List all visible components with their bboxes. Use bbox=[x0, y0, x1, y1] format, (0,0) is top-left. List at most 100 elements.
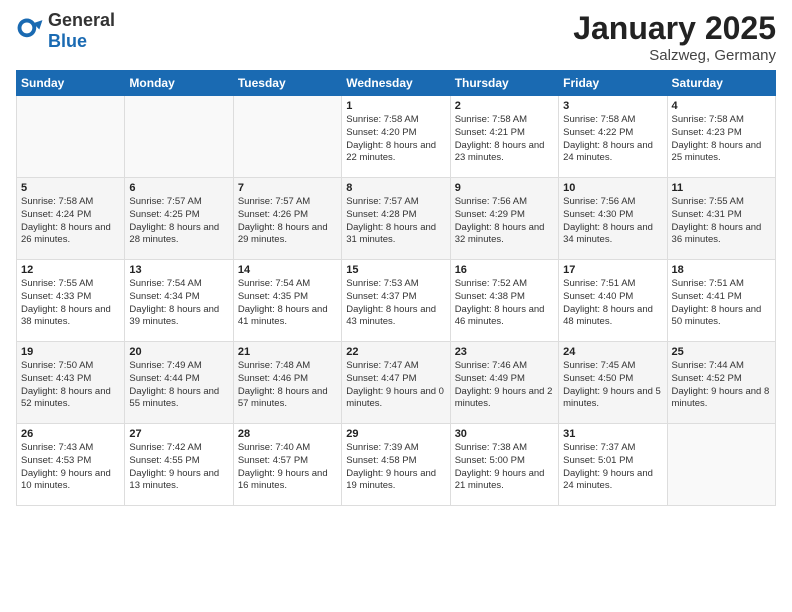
day-info: Sunrise: 7:43 AM Sunset: 4:53 PM Dayligh… bbox=[21, 442, 120, 493]
day-header-friday: Friday bbox=[559, 71, 667, 96]
day-info: Sunrise: 7:51 AM Sunset: 4:41 PM Dayligh… bbox=[672, 278, 771, 329]
day-header-monday: Monday bbox=[125, 71, 233, 96]
calendar-cell: 1Sunrise: 7:58 AM Sunset: 4:20 PM Daylig… bbox=[342, 96, 450, 178]
day-number: 16 bbox=[455, 264, 554, 276]
calendar-cell: 3 Sunrise: 7:58 AM Sunset: 4:22 PM Daylig… bbox=[559, 96, 667, 178]
day-info: Sunrise: 7:57 AM Sunset: 4:25 PM Dayligh… bbox=[129, 196, 228, 247]
day-info: Sunrise: 7:58 AM Sunset: 4:22 PM Dayligh… bbox=[563, 114, 662, 165]
day-info: Sunrise: 7:53 AM Sunset: 4:37 PM Dayligh… bbox=[346, 278, 445, 329]
day-header-thursday: Thursday bbox=[450, 71, 558, 96]
day-info: Sunrise: 7:42 AM Sunset: 4:55 PM Dayligh… bbox=[129, 442, 228, 493]
calendar-cell: 23 Sunrise: 7:46 AM Sunset: 4:49 PM Dayli… bbox=[450, 342, 558, 424]
calendar-cell: 13 Sunrise: 7:54 AM Sunset: 4:34 PM Dayli… bbox=[125, 260, 233, 342]
day-number: 3 bbox=[563, 100, 662, 112]
calendar-cell: 24 Sunrise: 7:45 AM Sunset: 4:50 PM Dayli… bbox=[559, 342, 667, 424]
subtitle: Salzweg, Germany bbox=[573, 47, 776, 64]
day-number: 2 bbox=[455, 100, 554, 112]
logo-text: General Blue bbox=[48, 10, 115, 52]
day-header-sunday: Sunday bbox=[17, 71, 125, 96]
day-number: 22 bbox=[346, 346, 445, 358]
calendar-cell: 30Sunrise: 7:38 AM Sunset: 5:00 PM Dayli… bbox=[450, 424, 558, 506]
calendar-cell: 6 Sunrise: 7:57 AM Sunset: 4:25 PM Daylig… bbox=[125, 178, 233, 260]
calendar-cell bbox=[667, 424, 775, 506]
calendar-cell: 31 Sunrise: 7:37 AM Sunset: 5:01 PM Dayli… bbox=[559, 424, 667, 506]
calendar-week-row: 1Sunrise: 7:58 AM Sunset: 4:20 PM Daylig… bbox=[17, 96, 776, 178]
page-container: General Blue January 2025 Salzweg, Germa… bbox=[0, 0, 792, 516]
day-info: Sunrise: 7:56 AM Sunset: 4:29 PM Dayligh… bbox=[455, 196, 554, 247]
day-number: 5 bbox=[21, 182, 120, 194]
day-number: 21 bbox=[238, 346, 337, 358]
day-info: Sunrise: 7:58 AM Sunset: 4:23 PM Dayligh… bbox=[672, 114, 771, 165]
calendar-week-row: 26 Sunrise: 7:43 AM Sunset: 4:53 PM Dayli… bbox=[17, 424, 776, 506]
day-info: Sunrise: 7:52 AM Sunset: 4:38 PM Dayligh… bbox=[455, 278, 554, 329]
day-info: Sunrise: 7:46 AM Sunset: 4:49 PM Dayligh… bbox=[455, 360, 554, 411]
logo-icon bbox=[16, 17, 44, 45]
calendar-cell: 29 Sunrise: 7:39 AM Sunset: 4:58 PM Dayli… bbox=[342, 424, 450, 506]
header: General Blue January 2025 Salzweg, Germa… bbox=[16, 10, 776, 64]
day-number: 30 bbox=[455, 428, 554, 440]
calendar-cell: 2 Sunrise: 7:58 AM Sunset: 4:21 PM Daylig… bbox=[450, 96, 558, 178]
main-title: January 2025 bbox=[573, 10, 776, 47]
calendar-cell bbox=[233, 96, 341, 178]
calendar-header-row: SundayMondayTuesdayWednesdayThursdayFrid… bbox=[17, 71, 776, 96]
day-info: Sunrise: 7:44 AM Sunset: 4:52 PM Dayligh… bbox=[672, 360, 771, 411]
calendar-week-row: 12 Sunrise: 7:55 AM Sunset: 4:33 PM Dayli… bbox=[17, 260, 776, 342]
day-number: 12 bbox=[21, 264, 120, 276]
calendar-cell: 19 Sunrise: 7:50 AM Sunset: 4:43 PM Dayli… bbox=[17, 342, 125, 424]
day-number: 7 bbox=[238, 182, 337, 194]
calendar-cell: 11Sunrise: 7:55 AM Sunset: 4:31 PM Dayli… bbox=[667, 178, 775, 260]
day-info: Sunrise: 7:57 AM Sunset: 4:28 PM Dayligh… bbox=[346, 196, 445, 247]
day-info: Sunrise: 7:48 AM Sunset: 4:46 PM Dayligh… bbox=[238, 360, 337, 411]
day-number: 18 bbox=[672, 264, 771, 276]
calendar-cell: 4 Sunrise: 7:58 AM Sunset: 4:23 PM Daylig… bbox=[667, 96, 775, 178]
calendar-cell bbox=[125, 96, 233, 178]
day-number: 19 bbox=[21, 346, 120, 358]
day-info: Sunrise: 7:49 AM Sunset: 4:44 PM Dayligh… bbox=[129, 360, 228, 411]
day-info: Sunrise: 7:54 AM Sunset: 4:35 PM Dayligh… bbox=[238, 278, 337, 329]
calendar-cell: 17Sunrise: 7:51 AM Sunset: 4:40 PM Dayli… bbox=[559, 260, 667, 342]
calendar-cell: 9 Sunrise: 7:56 AM Sunset: 4:29 PM Daylig… bbox=[450, 178, 558, 260]
day-number: 26 bbox=[21, 428, 120, 440]
day-number: 31 bbox=[563, 428, 662, 440]
day-info: Sunrise: 7:50 AM Sunset: 4:43 PM Dayligh… bbox=[21, 360, 120, 411]
logo-general: General bbox=[48, 10, 115, 30]
day-number: 24 bbox=[563, 346, 662, 358]
day-info: Sunrise: 7:58 AM Sunset: 4:24 PM Dayligh… bbox=[21, 196, 120, 247]
day-number: 6 bbox=[129, 182, 228, 194]
day-info: Sunrise: 7:40 AM Sunset: 4:57 PM Dayligh… bbox=[238, 442, 337, 493]
calendar-cell: 8Sunrise: 7:57 AM Sunset: 4:28 PM Daylig… bbox=[342, 178, 450, 260]
day-number: 9 bbox=[455, 182, 554, 194]
calendar-cell: 28 Sunrise: 7:40 AM Sunset: 4:57 PM Dayli… bbox=[233, 424, 341, 506]
day-info: Sunrise: 7:39 AM Sunset: 4:58 PM Dayligh… bbox=[346, 442, 445, 493]
day-number: 29 bbox=[346, 428, 445, 440]
day-number: 28 bbox=[238, 428, 337, 440]
day-number: 11 bbox=[672, 182, 771, 194]
day-info: Sunrise: 7:37 AM Sunset: 5:01 PM Dayligh… bbox=[563, 442, 662, 493]
day-number: 23 bbox=[455, 346, 554, 358]
day-number: 4 bbox=[672, 100, 771, 112]
day-info: Sunrise: 7:45 AM Sunset: 4:50 PM Dayligh… bbox=[563, 360, 662, 411]
calendar-cell: 12 Sunrise: 7:55 AM Sunset: 4:33 PM Dayli… bbox=[17, 260, 125, 342]
calendar-cell: 18 Sunrise: 7:51 AM Sunset: 4:41 PM Dayli… bbox=[667, 260, 775, 342]
day-info: Sunrise: 7:47 AM Sunset: 4:47 PM Dayligh… bbox=[346, 360, 445, 411]
title-block: January 2025 Salzweg, Germany bbox=[573, 10, 776, 64]
day-number: 27 bbox=[129, 428, 228, 440]
day-info: Sunrise: 7:54 AM Sunset: 4:34 PM Dayligh… bbox=[129, 278, 228, 329]
calendar-cell: 27 Sunrise: 7:42 AM Sunset: 4:55 PM Dayli… bbox=[125, 424, 233, 506]
day-info: Sunrise: 7:58 AM Sunset: 4:21 PM Dayligh… bbox=[455, 114, 554, 165]
day-number: 17 bbox=[563, 264, 662, 276]
calendar-cell: 10Sunrise: 7:56 AM Sunset: 4:30 PM Dayli… bbox=[559, 178, 667, 260]
calendar-cell bbox=[17, 96, 125, 178]
calendar-cell: 16 Sunrise: 7:52 AM Sunset: 4:38 PM Dayli… bbox=[450, 260, 558, 342]
day-number: 1 bbox=[346, 100, 445, 112]
calendar-cell: 26 Sunrise: 7:43 AM Sunset: 4:53 PM Dayli… bbox=[17, 424, 125, 506]
day-number: 13 bbox=[129, 264, 228, 276]
calendar-cell: 15 Sunrise: 7:53 AM Sunset: 4:37 PM Dayli… bbox=[342, 260, 450, 342]
day-info: Sunrise: 7:55 AM Sunset: 4:33 PM Dayligh… bbox=[21, 278, 120, 329]
day-info: Sunrise: 7:57 AM Sunset: 4:26 PM Dayligh… bbox=[238, 196, 337, 247]
logo: General Blue bbox=[16, 10, 115, 52]
day-number: 15 bbox=[346, 264, 445, 276]
calendar-week-row: 19 Sunrise: 7:50 AM Sunset: 4:43 PM Dayli… bbox=[17, 342, 776, 424]
calendar-cell: 7 Sunrise: 7:57 AM Sunset: 4:26 PM Daylig… bbox=[233, 178, 341, 260]
calendar-cell: 14Sunrise: 7:54 AM Sunset: 4:35 PM Dayli… bbox=[233, 260, 341, 342]
